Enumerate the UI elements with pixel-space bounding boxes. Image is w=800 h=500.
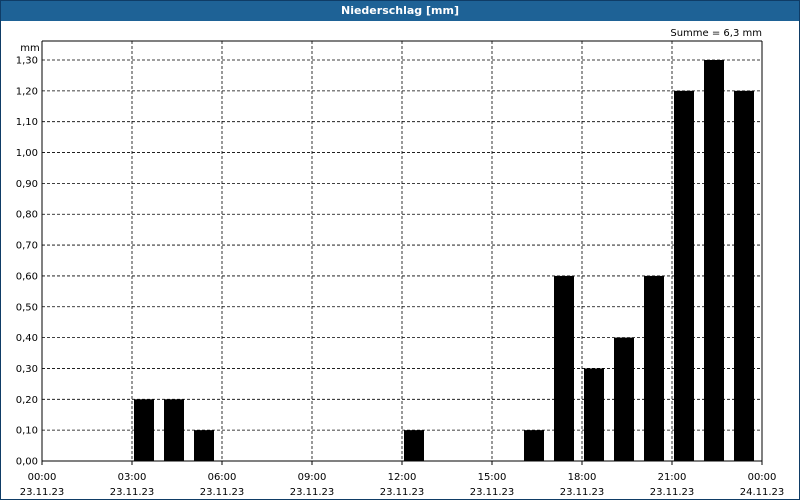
- x-tick-date: 23.11.23: [380, 487, 425, 498]
- x-tick-time: 15:00: [478, 472, 507, 483]
- bar: [704, 60, 724, 461]
- bar: [674, 90, 694, 461]
- y-tick-label: 0,50: [16, 302, 38, 313]
- y-tick-label: 0,10: [16, 426, 38, 437]
- x-tick-time: 00:00: [28, 472, 57, 483]
- x-tick-date: 23.11.23: [290, 487, 335, 498]
- x-tick-time: 00:00: [748, 472, 777, 483]
- y-tick-label: 0,00: [16, 457, 38, 468]
- x-tick-date: 23.11.23: [470, 487, 515, 498]
- bar: [734, 90, 754, 461]
- window-title: Niederschlag [mm]: [1, 1, 799, 21]
- bar: [644, 275, 664, 461]
- y-tick-label: 0,60: [16, 271, 38, 282]
- x-tick-time: 03:00: [118, 472, 147, 483]
- precipitation-chart: 0,00 0,10 0,20 0,30 0,40 0,50 0,60 0,70 0,80 0,90…: [16, 28, 785, 498]
- bar: [584, 368, 604, 461]
- y-tick-label: 1,30: [16, 56, 38, 67]
- x-tick-date: 23.11.23: [20, 487, 65, 498]
- y-tick-label: 0,90: [16, 179, 38, 190]
- bar: [164, 399, 184, 461]
- bar: [404, 430, 424, 461]
- y-tick-label: 1,10: [16, 117, 38, 128]
- x-tick-time: 18:00: [568, 472, 597, 483]
- x-tick-date: 23.11.23: [560, 487, 605, 498]
- x-tick-time: 12:00: [388, 472, 417, 483]
- x-tick-date: 24.11.23: [740, 487, 785, 498]
- y-tick-label: 0,80: [16, 210, 38, 221]
- y-axis-unit: mm: [20, 43, 39, 54]
- bar: [524, 430, 544, 461]
- y-tick-label: 1,20: [16, 86, 38, 97]
- x-tick-date: 23.11.23: [110, 487, 155, 498]
- y-tick-label: 0,70: [16, 241, 38, 252]
- x-tick-date: 23.11.23: [200, 487, 245, 498]
- bar: [134, 399, 154, 461]
- y-tick-label: 0,30: [16, 364, 38, 375]
- chart-window: Niederschlag [mm] 0,00 0,10 0,20 0,30 0,40 0,…: [0, 0, 800, 500]
- x-tick-date: 23.11.23: [650, 487, 695, 498]
- bar: [554, 275, 574, 461]
- bar: [614, 337, 634, 461]
- y-tick-label: 0,20: [16, 395, 38, 406]
- x-tick-time: 09:00: [298, 472, 327, 483]
- sum-annotation: Summe = 6,3 mm: [670, 28, 762, 39]
- y-tick-label: 1,00: [16, 148, 38, 159]
- x-tick-time: 21:00: [658, 472, 687, 483]
- bar: [194, 430, 214, 461]
- x-tick-time: 06:00: [208, 472, 237, 483]
- y-tick-label: 0,40: [16, 333, 38, 344]
